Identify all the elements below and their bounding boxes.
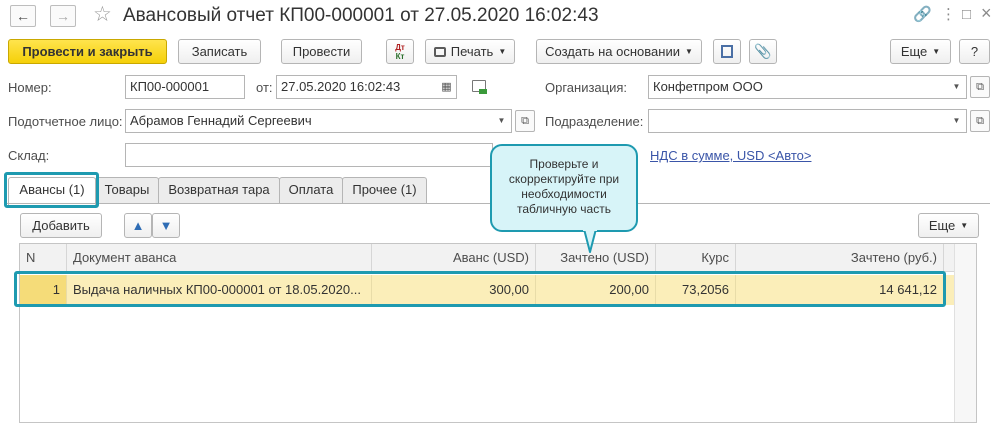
move-down-button[interactable]: ▼ [152, 213, 180, 238]
chevron-down-icon: ▼ [932, 47, 941, 56]
help-button[interactable]: ? [959, 39, 990, 64]
structure-button[interactable] [713, 39, 741, 64]
close-icon[interactable]: × [981, 4, 992, 22]
person-field[interactable]: Абрамов Геннадий Сергеевич [125, 109, 493, 133]
chevron-down-icon: ▼ [952, 116, 961, 125]
table-more-button[interactable]: Еще ▼ [918, 213, 979, 238]
tab-other[interactable]: Прочее (1) [342, 177, 427, 203]
open-icon: ⧉ [976, 115, 984, 127]
tab-returnable-containers[interactable]: Возвратная тара [158, 177, 280, 203]
back-button[interactable]: ← [10, 5, 36, 27]
move-up-button[interactable]: ▲ [124, 213, 152, 238]
table-scrollbar[interactable] [954, 244, 976, 422]
hint-callout: Проверьте и скорректируйте при необходим… [490, 144, 638, 232]
favorite-star-icon[interactable]: ☆ [93, 3, 112, 27]
column-header-credited-rub[interactable]: Зачтено (руб.) [736, 244, 944, 272]
more-vertical-icon[interactable]: ⋮ [941, 6, 956, 24]
department-open-button[interactable]: ⧉ [970, 110, 990, 132]
dt-kt-icon-top: Дт [395, 43, 405, 52]
row-highlight-frame [14, 271, 946, 307]
column-header-document[interactable]: Документ аванса [67, 244, 372, 272]
calendar-icon: ▦ [441, 81, 452, 93]
open-icon: ⧉ [521, 115, 529, 127]
tab-goods[interactable]: Товары [95, 177, 159, 203]
tab-payment[interactable]: Оплата [279, 177, 343, 203]
chevron-down-icon: ▼ [952, 82, 961, 91]
hint-callout-text: Проверьте и скорректируйте при необходим… [508, 157, 620, 216]
person-open-button[interactable]: ⧉ [515, 110, 535, 132]
more-label: Еще [900, 44, 928, 59]
create-based-on-label: Создать на основании [545, 44, 680, 59]
forward-arrow-icon: → [56, 8, 70, 24]
person-dropdown[interactable]: ▼ [492, 109, 512, 133]
table-more-label: Еще [928, 218, 956, 233]
table-header: N Документ аванса Аванс (USD) Зачтено (U… [20, 244, 976, 272]
comment-arrow-icon [479, 89, 487, 94]
warehouse-label: Склад: [8, 148, 50, 163]
comment-icon[interactable] [472, 80, 487, 94]
department-dropdown[interactable]: ▼ [947, 109, 967, 133]
chevron-down-icon: ▼ [497, 116, 506, 125]
more-button[interactable]: Еще ▼ [890, 39, 951, 64]
person-label: Подотчетное лицо: [8, 114, 123, 129]
save-button[interactable]: Записать [178, 39, 261, 64]
print-label: Печать [450, 44, 494, 59]
forward-button[interactable]: → [50, 5, 76, 27]
number-label: Номер: [8, 80, 52, 95]
window-title: Авансовый отчет КП00-000001 от 27.05.202… [123, 5, 599, 26]
column-header-advance-usd[interactable]: Аванс (USD) [372, 244, 536, 272]
warehouse-field[interactable] [125, 143, 493, 167]
callout-pointer [583, 228, 597, 253]
chevron-down-icon: ▼ [684, 47, 693, 56]
column-header-rate[interactable]: Курс [656, 244, 736, 272]
chevron-down-icon: ▼ [498, 47, 507, 56]
tab-highlight-frame [4, 172, 99, 208]
date-label: от: [256, 80, 273, 95]
dt-kt-journal-button[interactable]: Дт Кт [386, 39, 414, 64]
link-icon[interactable]: 🔗 [913, 6, 932, 24]
add-row-button[interactable]: Добавить [20, 213, 102, 238]
department-label: Подразделение: [545, 114, 644, 129]
attach-button[interactable]: 📎 [749, 39, 777, 64]
organization-dropdown[interactable]: ▼ [947, 75, 967, 99]
column-header-n[interactable]: N [20, 244, 67, 272]
vat-amount-link[interactable]: НДС в сумме, USD <Авто> [650, 148, 811, 164]
open-icon: ⧉ [976, 81, 984, 93]
date-field[interactable]: 27.05.2020 16:02:43 [276, 75, 438, 99]
organization-field[interactable]: Конфетпром ООО [648, 75, 948, 99]
paperclip-icon: 📎 [754, 43, 772, 59]
arrow-up-icon: ▲ [131, 218, 145, 233]
organization-open-button[interactable]: ⧉ [970, 76, 990, 98]
print-button[interactable]: Печать ▼ [425, 39, 515, 64]
advances-table[interactable]: N Документ аванса Аванс (USD) Зачтено (U… [19, 243, 977, 423]
calendar-button[interactable]: ▦ [437, 75, 457, 99]
arrow-down-icon: ▼ [159, 218, 173, 233]
post-and-close-button[interactable]: Провести и закрыть [8, 39, 167, 64]
chevron-down-icon: ▼ [960, 221, 969, 230]
dt-kt-icon-bottom: Кт [395, 52, 405, 61]
printer-icon [433, 47, 446, 57]
department-field[interactable] [648, 109, 948, 133]
post-button[interactable]: Провести [281, 39, 362, 64]
maximize-icon[interactable]: □ [962, 6, 971, 24]
back-arrow-icon: ← [16, 8, 30, 24]
organization-label: Организация: [545, 80, 628, 95]
number-field[interactable]: КП00-000001 [125, 75, 245, 99]
structure-icon [721, 45, 733, 58]
create-based-on-button[interactable]: Создать на основании ▼ [536, 39, 702, 64]
